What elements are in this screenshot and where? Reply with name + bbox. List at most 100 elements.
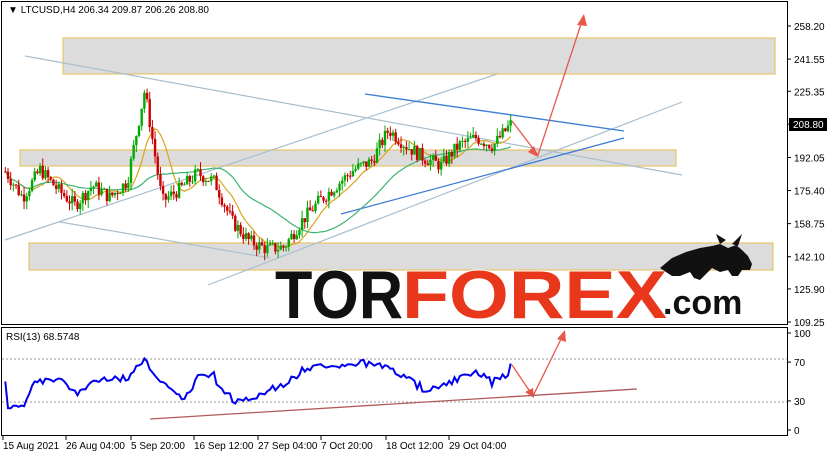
- symbol-header: ▼ LTCUSD,H4 206.34 209.87 206.26 208.80: [8, 5, 209, 16]
- rsi-tick-label: 70: [794, 358, 806, 369]
- candle-body: [319, 195, 323, 198]
- candle-body: [268, 243, 272, 246]
- candle-body: [365, 161, 368, 167]
- candle-body: [87, 191, 90, 201]
- candle-body: [161, 186, 165, 194]
- candle-body: [333, 192, 336, 196]
- candle-body: [504, 128, 507, 131]
- candle-body: [210, 176, 213, 182]
- candle-body: [103, 188, 106, 190]
- candle-body: [260, 242, 264, 246]
- candle-body: [466, 137, 470, 142]
- candle-body: [4, 171, 7, 173]
- candle-body: [303, 218, 306, 223]
- candle-body: [199, 169, 202, 177]
- candle-body: [397, 141, 400, 145]
- candle-body: [247, 233, 250, 240]
- candle-body: [447, 152, 451, 164]
- price-tick-label: 175.40: [794, 187, 825, 198]
- candle-body: [472, 134, 475, 138]
- candle-body: [52, 179, 55, 186]
- candle-body: [290, 233, 293, 240]
- resistance-zone-upper: [62, 37, 776, 75]
- rsi-label: RSI(13) 68.5748: [6, 332, 80, 343]
- candle-body: [357, 163, 360, 169]
- price-tick-label: 158.75: [794, 220, 825, 231]
- candle-body: [439, 161, 443, 170]
- candle-body: [399, 144, 403, 148]
- candle-body: [113, 192, 117, 196]
- price-axis: 258.20 241.55 225.35 192.05 175.40 158.75 142.…: [787, 22, 825, 329]
- candle-body: [180, 182, 183, 185]
- candle-body: [196, 169, 200, 171]
- candle-body: [255, 245, 258, 250]
- candle-body: [493, 143, 496, 151]
- candle-body: [335, 190, 339, 193]
- candle-body: [464, 140, 467, 142]
- candle-body: [127, 182, 130, 189]
- candle-body: [121, 183, 125, 193]
- candle-body: [212, 175, 216, 177]
- candle-body: [362, 161, 365, 164]
- candle-body: [434, 155, 437, 161]
- time-tick-label: 15 Aug 2021: [3, 441, 60, 452]
- candle-body: [132, 145, 135, 159]
- candle-body: [338, 183, 341, 191]
- candle-body: [322, 197, 325, 201]
- candle-body: [228, 210, 232, 212]
- candle-body: [38, 165, 42, 174]
- candle-body: [274, 242, 277, 252]
- candle-body: [33, 171, 36, 181]
- candle-body: [263, 245, 266, 254]
- candle-body: [12, 184, 15, 186]
- candle-body: [295, 235, 298, 240]
- candle-body: [327, 191, 331, 201]
- candle-body: [378, 139, 381, 149]
- time-axis: 15 Aug 2021 26 Aug 04:00 5 Sep 20:00 16 Sep…: [2, 436, 507, 452]
- candle-body: [169, 191, 173, 197]
- candle-body: [509, 120, 512, 126]
- rsi-tick-label: 30: [794, 397, 806, 408]
- candle-body: [172, 191, 175, 195]
- candle-body: [359, 163, 363, 165]
- candle-body: [137, 125, 141, 136]
- candle-body: [437, 160, 440, 170]
- candle-body: [431, 155, 435, 160]
- price-tick-label: 241.55: [794, 55, 825, 66]
- candle-body: [244, 233, 248, 239]
- candle-body: [415, 146, 419, 160]
- candle-body: [57, 184, 61, 189]
- candle-body: [480, 143, 483, 145]
- candle-body: [349, 175, 352, 177]
- logo-forex: FOREX: [402, 257, 667, 333]
- candle-body: [226, 206, 229, 211]
- candle-body: [41, 165, 44, 179]
- candle-body: [100, 189, 103, 195]
- candle-body: [373, 160, 376, 163]
- candle-body: [183, 184, 186, 186]
- candle-body: [156, 156, 159, 175]
- candle-body: [258, 242, 261, 250]
- candle-body: [413, 146, 416, 155]
- candle-body: [279, 245, 282, 250]
- candle-body: [474, 134, 478, 139]
- candle-body: [105, 188, 109, 202]
- candle-body: [429, 159, 432, 166]
- candle-body: [458, 141, 462, 150]
- candle-body: [92, 186, 95, 188]
- candle-body: [389, 132, 392, 136]
- candle-body: [367, 159, 371, 167]
- price-tick-label: 192.05: [794, 153, 825, 164]
- candle-body: [343, 175, 347, 181]
- candle-body: [410, 149, 413, 155]
- candle-body: [68, 201, 71, 204]
- candle-body: [231, 211, 234, 216]
- candle-body: [391, 132, 395, 136]
- candle-body: [252, 235, 256, 246]
- candle-body: [455, 143, 459, 150]
- logo-dotcom: .com: [663, 284, 742, 322]
- time-tick-label: 29 Oct 04:00: [449, 441, 507, 452]
- time-tick-label: 16 Sep 12:00: [194, 441, 254, 452]
- candle-body: [129, 158, 133, 183]
- candle-body: [346, 175, 349, 177]
